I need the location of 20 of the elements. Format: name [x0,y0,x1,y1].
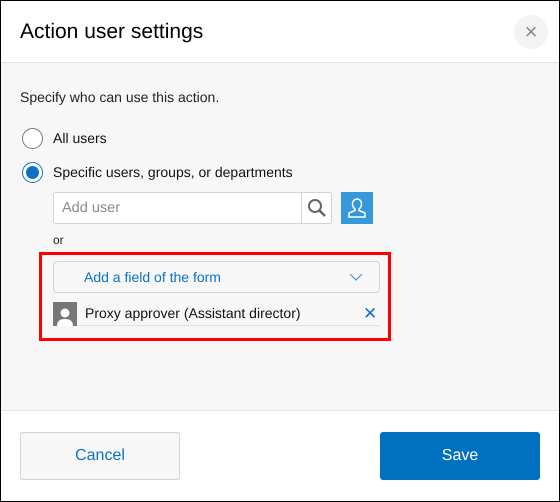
user-avatar-icon [53,302,77,326]
chevron-down-icon [349,273,363,281]
cancel-button[interactable]: Cancel [20,432,180,480]
radio-label: All users [53,130,107,146]
dialog-title: Action user settings [20,20,204,44]
search-button[interactable] [301,192,332,224]
radio-button[interactable] [22,128,43,148]
instruction-text: Specify who can use this action. [20,89,220,105]
save-button[interactable]: Save [380,432,540,480]
search-icon [306,198,326,218]
form-field-dropdown[interactable]: Add a field of the form [53,261,380,293]
radio-label: Specific users, groups, or departments [53,164,293,180]
selected-entry-name: Proxy approver (Assistant director) [85,305,301,321]
text-input[interactable]: Add user [54,193,301,223]
radio-button[interactable] [22,162,43,182]
or-separator-text: or [53,233,65,247]
remove-button[interactable]: ✕ [363,304,377,322]
user-picker-button[interactable] [341,192,373,224]
person-icon [346,197,368,219]
close-button[interactable]: × [514,14,548,48]
